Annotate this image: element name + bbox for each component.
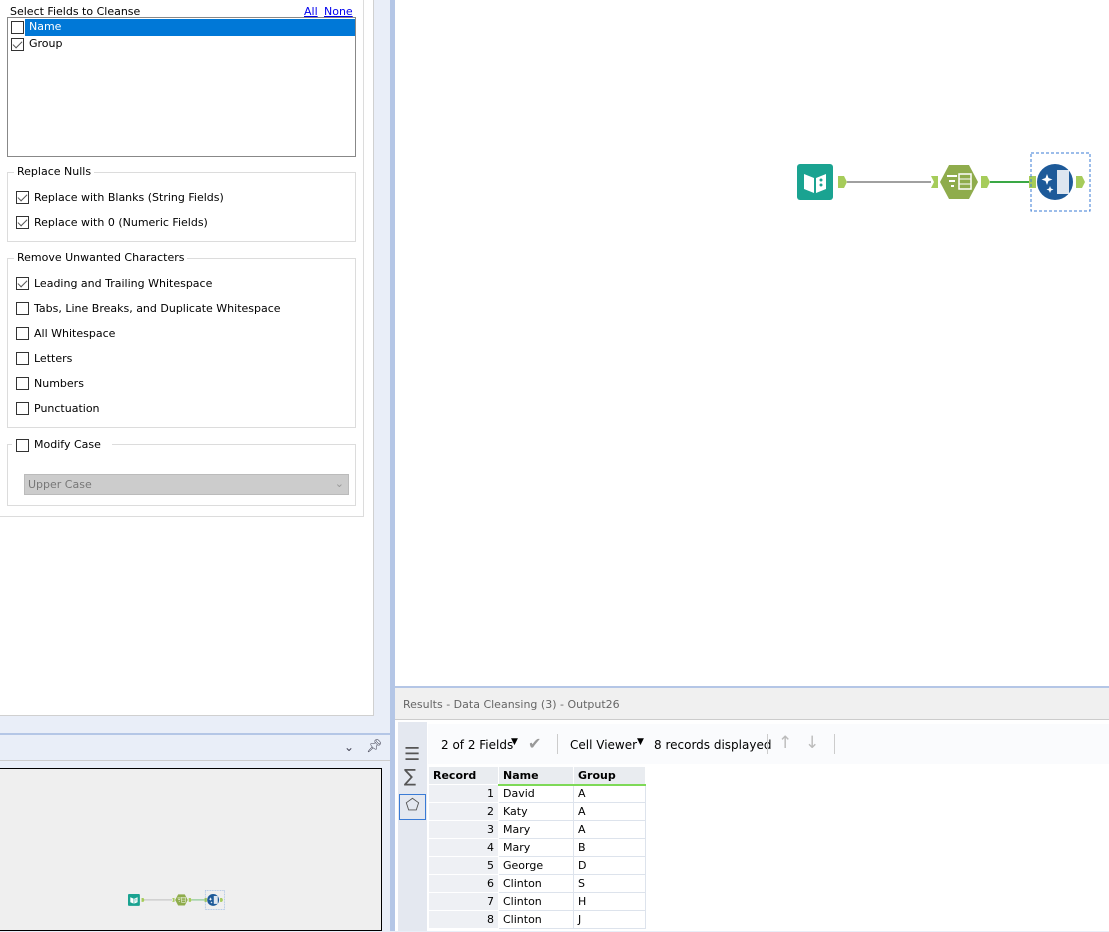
pin-icon[interactable]: 📌︎ [366, 739, 383, 754]
replace-blanks-checkbox[interactable] [16, 191, 29, 204]
table-row[interactable]: 7 Clinton H [428, 892, 646, 911]
fields-dropdown[interactable]: 2 of 2 Fields [441, 738, 513, 752]
group-cell[interactable]: J [573, 910, 646, 929]
punctuation-checkbox[interactable] [16, 402, 29, 415]
group-cell[interactable]: S [573, 874, 646, 893]
overview-header: ⌄ 📌︎ [0, 733, 390, 761]
table-row[interactable]: 1 David A [428, 784, 646, 803]
chevron-down-icon[interactable]: ⌄ [344, 740, 354, 754]
caret-down-icon[interactable]: ▼ [637, 737, 644, 747]
replace-nulls-title: Replace Nulls [14, 165, 95, 178]
replace-zero-checkbox[interactable] [16, 216, 29, 229]
name-cell[interactable]: Clinton [498, 892, 574, 911]
fields-list[interactable]: Name Group [7, 17, 356, 157]
all-whitespace-checkbox[interactable] [16, 327, 29, 340]
arrow-up-icon[interactable]: ↑ [778, 733, 792, 753]
modify-case-group: Modify Case Upper Case ⌄ [7, 437, 356, 506]
tabs-linebreaks-checkbox[interactable] [16, 302, 29, 315]
group-cell[interactable]: A [573, 784, 646, 803]
numbers-checkbox[interactable] [16, 377, 29, 390]
column-header-group[interactable]: Group [573, 766, 646, 786]
workflow-graph[interactable] [796, 152, 1091, 212]
table-view-icon[interactable]: ☰ [404, 744, 420, 765]
replace-nulls-group: Replace Nulls Replace with Blanks (Strin… [7, 165, 356, 242]
column-header-record[interactable]: Record [428, 766, 499, 785]
group-cell[interactable]: A [573, 802, 646, 821]
sum-icon[interactable]: ∑ [404, 766, 416, 787]
arrow-down-icon[interactable]: ↓ [805, 733, 819, 753]
record-cell[interactable]: 1 [428, 784, 499, 803]
modify-case-label: Modify Case [34, 438, 101, 451]
caret-down-icon[interactable]: ▼ [511, 737, 518, 747]
field-checkbox-group[interactable] [11, 38, 24, 51]
modify-case-checkbox[interactable] [16, 439, 29, 452]
name-cell[interactable]: Clinton [498, 910, 574, 929]
results-panel: Results - Data Cleansing (3) - Output26 … [395, 686, 1109, 931]
remove-characters-group: Remove Unwanted Characters Leading and T… [7, 251, 356, 428]
field-label-group: Group [29, 37, 63, 50]
results-toolbar: 2 of 2 Fields ▼ ✔ Cell Viewer ▼ 8 record… [428, 724, 1109, 764]
case-select[interactable]: Upper Case ⌄ [24, 474, 349, 495]
results-title: Results - Data Cleansing (3) - Output26 [403, 698, 620, 711]
results-table[interactable]: Record Name Group 1 David A 2 Katy A 3 Mary A 4 Ma… [428, 766, 646, 929]
checkmark-icon[interactable]: ✔ [528, 734, 541, 753]
punctuation-label: Punctuation [34, 402, 100, 415]
workflow-canvas[interactable] [395, 0, 1109, 686]
column-header-name[interactable]: Name [498, 766, 574, 786]
field-checkbox-name[interactable] [11, 21, 24, 34]
name-cell[interactable]: Clinton [498, 874, 574, 893]
name-cell[interactable]: George [498, 856, 574, 875]
table-row[interactable]: 3 Mary A [428, 820, 646, 839]
table-row[interactable]: 4 Mary B [428, 838, 646, 857]
leading-trailing-checkbox[interactable] [16, 277, 29, 290]
table-row[interactable]: 2 Katy A [428, 802, 646, 821]
record-cell[interactable]: 7 [428, 892, 499, 911]
overview-workflow [127, 890, 226, 910]
records-count: 8 records displayed [654, 738, 772, 752]
record-cell[interactable]: 6 [428, 874, 499, 893]
name-cell[interactable]: Mary [498, 820, 574, 839]
group-cell[interactable]: H [573, 892, 646, 911]
overview-canvas[interactable] [0, 768, 382, 931]
table-row[interactable]: 5 George D [428, 856, 646, 875]
case-select-value: Upper Case [28, 478, 92, 491]
chevron-down-icon: ⌄ [334, 477, 344, 490]
name-cell[interactable]: Katy [498, 802, 574, 821]
configuration-panel: Select Fields to Cleanse All None Name G… [0, 0, 374, 716]
field-selection-highlight [25, 19, 355, 36]
group-cell[interactable]: A [573, 820, 646, 839]
table-row[interactable]: 6 Clinton S [428, 874, 646, 893]
all-whitespace-label: All Whitespace [34, 327, 116, 340]
cell-viewer-dropdown[interactable]: Cell Viewer [570, 738, 637, 752]
record-cell[interactable]: 8 [428, 910, 499, 929]
table-row[interactable]: 8 Clinton J [428, 910, 646, 929]
record-cell[interactable]: 2 [428, 802, 499, 821]
replace-zero-label: Replace with 0 (Numeric Fields) [34, 216, 208, 229]
numbers-label: Numbers [34, 377, 84, 390]
tabs-linebreaks-label: Tabs, Line Breaks, and Duplicate Whitesp… [34, 302, 281, 315]
field-label-name: Name [29, 20, 62, 33]
record-cell[interactable]: 5 [428, 856, 499, 875]
name-cell[interactable]: David [498, 784, 574, 803]
remove-characters-title: Remove Unwanted Characters [14, 251, 188, 264]
results-header: Results - Data Cleansing (3) - Output26 [395, 686, 1109, 720]
tag-icon[interactable]: ⬠ [399, 794, 426, 820]
group-cell[interactable]: D [573, 856, 646, 875]
record-cell[interactable]: 3 [428, 820, 499, 839]
results-sidebar: ☰ ∑ ⬠ [398, 722, 427, 931]
letters-label: Letters [34, 352, 73, 365]
name-cell[interactable]: Mary [498, 838, 574, 857]
replace-blanks-label: Replace with Blanks (String Fields) [34, 191, 224, 204]
group-cell[interactable]: B [573, 838, 646, 857]
letters-checkbox[interactable] [16, 352, 29, 365]
record-cell[interactable]: 4 [428, 838, 499, 857]
leading-trailing-label: Leading and Trailing Whitespace [34, 277, 213, 290]
